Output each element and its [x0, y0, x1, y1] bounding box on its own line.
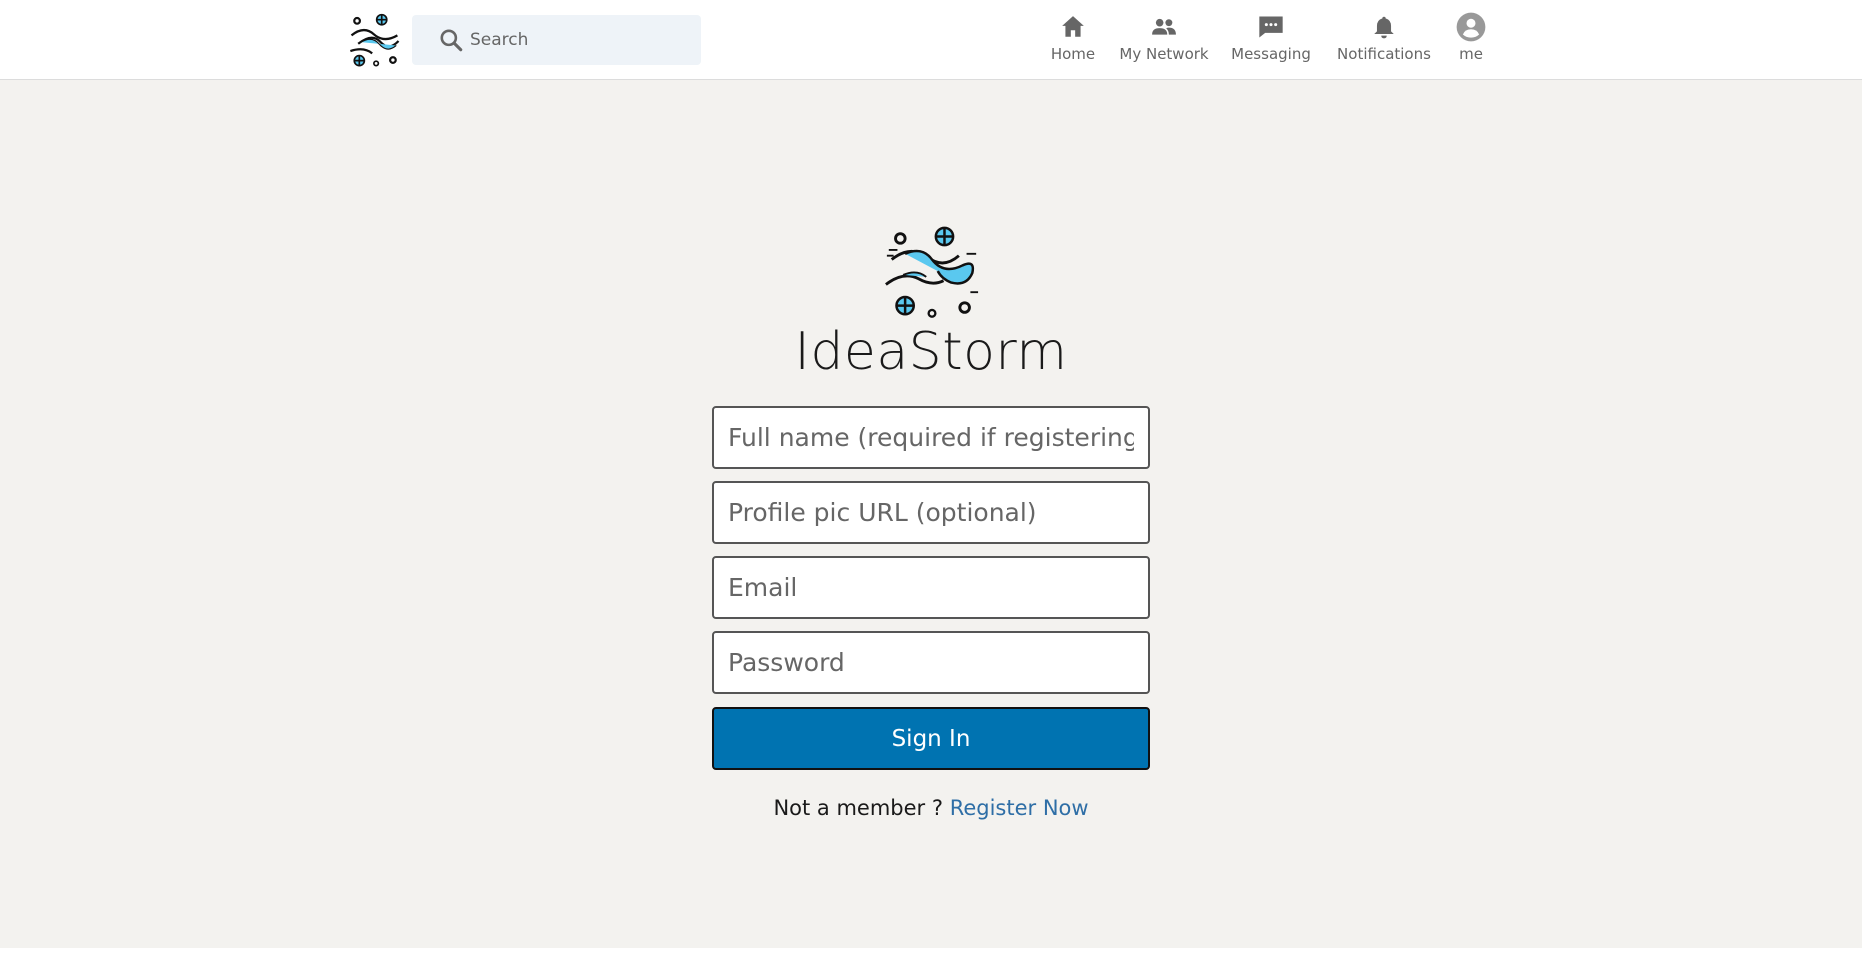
- nav-my-network-label: My Network: [1119, 45, 1209, 63]
- nav-home[interactable]: Home: [1047, 12, 1099, 72]
- top-navbar: Home My Network Messaging: [0, 0, 1862, 80]
- nav-me-label: me: [1459, 45, 1483, 63]
- messaging-icon: [1259, 16, 1283, 38]
- search-icon: [440, 29, 463, 52]
- bell-icon: [1374, 16, 1394, 39]
- nav-messaging-label: Messaging: [1231, 45, 1311, 63]
- home-icon: [1062, 16, 1084, 37]
- nav-my-network[interactable]: My Network: [1118, 12, 1210, 72]
- nav-notifications-label: Notifications: [1337, 45, 1431, 63]
- sign-in-label: Sign In: [891, 725, 971, 752]
- password-field[interactable]: [712, 631, 1150, 694]
- nav-messaging[interactable]: Messaging: [1229, 12, 1313, 72]
- storm-logo-icon: [885, 226, 979, 318]
- full-name-field[interactable]: [712, 406, 1150, 469]
- account-icon: [1456, 12, 1486, 42]
- search-input[interactable]: [470, 30, 670, 50]
- network-icon: [1152, 18, 1176, 35]
- bottom-strip: [0, 948, 1862, 953]
- search-bar[interactable]: [412, 15, 701, 65]
- register-now-link[interactable]: Register Now: [950, 796, 1089, 820]
- register-prompt: Not a member ? Register Now: [0, 796, 1862, 820]
- nav-me[interactable]: me: [1451, 12, 1491, 72]
- register-prompt-text: Not a member ?: [773, 796, 943, 820]
- storm-logo-icon[interactable]: [347, 13, 403, 69]
- sign-in-button[interactable]: Sign In: [712, 707, 1150, 770]
- brand-title: IdeaStorm: [794, 322, 1068, 382]
- profile-pic-url-field[interactable]: [712, 481, 1150, 544]
- email-field[interactable]: [712, 556, 1150, 619]
- nav-home-label: Home: [1050, 45, 1096, 63]
- nav-notifications[interactable]: Notifications: [1336, 12, 1432, 72]
